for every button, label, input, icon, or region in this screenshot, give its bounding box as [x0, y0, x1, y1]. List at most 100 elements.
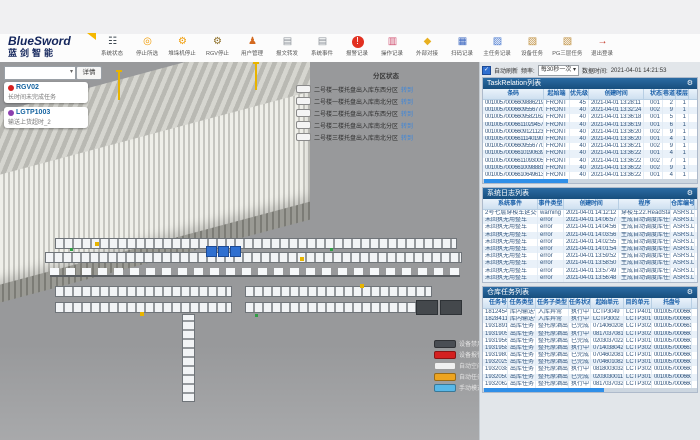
toolbar-button[interactable]: ▥ 操作记录	[376, 36, 409, 57]
toolbar-button[interactable]: ▤ 报文转发	[271, 36, 304, 57]
column-header[interactable]: 任务号	[483, 298, 508, 308]
column-header[interactable]: 事件类型	[538, 199, 564, 209]
toolbar-button[interactable]: ▦ 扫码记录	[446, 36, 479, 57]
table-row[interactable]: 未回执无用整车error2021-04-01 14:01:54生成自动调度库任务…	[483, 246, 697, 253]
toolbar-button[interactable]: ⚙ 堆垛机停止	[166, 36, 199, 57]
table-cell: LCTP3015	[624, 316, 652, 323]
table-row[interactable]: 1828411库内输送任务入库异常执行中LCTP3002LCTP30150010…	[483, 316, 697, 323]
auto-refresh-checkbox[interactable]: ✓	[482, 66, 491, 75]
column-header[interactable]: 状态	[644, 89, 663, 99]
table-row[interactable]: 1931958出库任务整托原酒出库执行中0714038042LCTP302000…	[483, 345, 697, 352]
detail-button[interactable]: 详情	[76, 66, 102, 80]
table-row[interactable]: 00100570006609556770FRONT402021-04-01 13…	[483, 143, 697, 150]
column-header[interactable]: 任务类型	[508, 298, 536, 308]
table-row[interactable]: 未回执无用整车error2021-04-01 13:59:52生成自动调度库任务…	[483, 253, 697, 260]
column-header[interactable]: 托盘号	[652, 298, 692, 308]
toolbar-button[interactable]: ! 报警记录	[341, 36, 374, 57]
table-row[interactable]: 1932050出库任务整托原酒出库已完成0203030011LCTP301600…	[483, 374, 697, 381]
column-header[interactable]: 任务子类型	[536, 298, 569, 308]
table-row[interactable]: 未回执无用整车error2021-04-01 14:06:57生成自动调度库任务…	[483, 217, 697, 224]
table-row[interactable]: 00100570006610649613FRONT402021-04-01 13…	[483, 172, 697, 179]
frequency-select[interactable]: 每30秒一次 ▾	[538, 65, 579, 76]
scrollbar-thumb[interactable]	[484, 179, 568, 183]
toolbar-button[interactable]: → 退出登录	[586, 36, 619, 57]
table-row[interactable]: 未回执无用整车error2021-04-01 13:57:49生成自动调度库任务…	[483, 268, 697, 275]
table-row[interactable]: 1932038出库任务整托原酒出库执行中0818003032LCTP302000…	[483, 366, 697, 373]
column-header[interactable]: 系统事件	[483, 199, 538, 209]
table-row[interactable]: 未回执无用整车error2021-04-01 14:04:56生成自动调度库任务…	[483, 224, 697, 231]
zone-checkbox[interactable]	[296, 85, 311, 93]
table-row[interactable]: 1931905出库任务整托原酒出库执行中0817037081LCTP302000…	[483, 331, 697, 338]
column-header[interactable]: 优先级	[570, 89, 589, 99]
scrollbar-thumb[interactable]	[484, 388, 604, 392]
zone-checkbox[interactable]	[296, 109, 311, 117]
table-row[interactable]: 00100570006610098881FRONT402021-04-01 13…	[483, 165, 697, 172]
table-row[interactable]: 00100570006611140190FRONT402021-04-01 13…	[483, 136, 697, 143]
table-cell: 9	[663, 107, 676, 114]
horizontal-scrollbar[interactable]	[483, 388, 697, 392]
device-filter-select[interactable]: ▾	[4, 66, 76, 80]
zone-goto-link[interactable]: 转到	[401, 133, 413, 142]
warehouse-3d-viewport[interactable]: ▾ 详情 RGV02 长时间未完成任务 LGTP1003 输送上货超时_2 分区…	[0, 62, 479, 440]
table-row[interactable]: 2号七层穿梭车延交确认失败:失败次数warning2021-04-01 14:1…	[483, 210, 697, 217]
zone-goto-link[interactable]: 转到	[401, 121, 413, 130]
gear-icon[interactable]: ⚙	[687, 287, 693, 298]
toolbar-button[interactable]: ◆ 外部对接	[411, 36, 444, 57]
zone-checkbox[interactable]	[296, 97, 311, 105]
toolbar-button[interactable]: ⚙ RGV停止	[201, 36, 234, 57]
zone-checkbox[interactable]	[296, 133, 311, 141]
toolbar-button[interactable]: ▧ 设备任务	[516, 36, 549, 57]
toolbar-button[interactable]: ▧ PG三层任务	[551, 36, 584, 57]
alert-card[interactable]: LGTP1003 输送上货超时_2	[4, 107, 88, 128]
column-header[interactable]: 程序	[619, 199, 671, 209]
alert-card[interactable]: RGV02 长时间未完成任务	[4, 82, 88, 103]
toolbar-button[interactable]: ▤ 系统事件	[306, 36, 339, 57]
table-row[interactable]: 1932062出库任务整托原酒出库执行中0817037032LCTP302000…	[483, 381, 697, 388]
table-row[interactable]: 00100570006609582162FRONT402021-04-01 13…	[483, 114, 697, 121]
table-row[interactable]: 1931956出库任务整托原酒出库已完成0203037022LCTP301600…	[483, 338, 697, 345]
column-header[interactable]: 任务状态	[569, 298, 591, 308]
table-row[interactable]: 1931891出库任务整托原酒出库已完成0714060208LCTP302000…	[483, 323, 697, 330]
table-row[interactable]: 未回执无用整车error2021-04-01 13:56:48生成自动调度库任务…	[483, 275, 697, 282]
column-header[interactable]: 条码	[483, 89, 544, 99]
column-header[interactable]: 创建时间	[564, 199, 619, 209]
table-cell: LCTP3020	[624, 323, 652, 330]
table-row[interactable]: 1931980出库任务整托原酒出库已完成0704602081LCTP301600…	[483, 352, 697, 359]
table-cell: 生成自动调度库任务请求	[619, 260, 671, 267]
zone-goto-link[interactable]: 转到	[401, 97, 413, 106]
table-row[interactable]: 未回执无用整车error2021-04-01 13:58:50生成自动调度库任务…	[483, 260, 697, 267]
toolbar-button[interactable]: ☷ 系统状态	[96, 36, 129, 57]
column-header[interactable]: 楼层	[676, 89, 689, 99]
table-row[interactable]: 00100570006611093005FRONT402021-04-01 13…	[483, 158, 697, 165]
gear-icon[interactable]: ⚙	[687, 188, 693, 199]
column-header[interactable]: 起始端	[544, 89, 570, 99]
toolbar-button[interactable]: ▨ 主任务记录	[481, 36, 514, 57]
zone-goto-link[interactable]: 转到	[401, 109, 413, 118]
table-row[interactable]: 1812454库内输送任务入库异常执行中LCTP3049LCTP40110010…	[483, 309, 697, 316]
toolbar-button-icon: ◎	[142, 36, 154, 48]
table-cell: 001	[644, 122, 663, 129]
column-header[interactable]: 巷道	[663, 89, 676, 99]
table-row[interactable]: 00100570006610190639FRONT402021-04-01 13…	[483, 150, 697, 157]
table-row[interactable]: 00100570006609886219FRONT452021-04-01 13…	[483, 100, 697, 107]
toolbar-button[interactable]: ◎ 停止所选	[131, 36, 164, 57]
table-row[interactable]: 00100570006609121123FRONT402021-04-01 13…	[483, 129, 697, 136]
zone-goto-link[interactable]: 转到	[401, 85, 413, 94]
toolbar-button[interactable]: ♟ 用户管理	[236, 36, 269, 57]
legend-swatch	[434, 340, 456, 348]
column-header[interactable]: 创建时间	[589, 89, 644, 99]
gear-icon[interactable]: ⚙	[687, 78, 693, 89]
column-header[interactable]: 目的单元	[624, 298, 652, 308]
column-header[interactable]: 起始单元	[591, 298, 624, 308]
table-row[interactable]: 00100570006611029457FRONT402021-04-01 13…	[483, 122, 697, 129]
table-cell: 1	[676, 150, 689, 157]
table-cell: 出库任务	[508, 374, 536, 381]
table-cell: 1828411	[483, 316, 508, 323]
zone-checkbox[interactable]	[296, 121, 311, 129]
table-row[interactable]: 00100570006609556770FRONT402021-04-01 13…	[483, 107, 697, 114]
table-row[interactable]: 1932025出库任务整托原酒出库已完成0704601082LCTP301600…	[483, 359, 697, 366]
table-row[interactable]: 未回执无用整车error2021-04-01 14:02:55生成自动调度库任务…	[483, 239, 697, 246]
table-row[interactable]: 未回执无用整车error2021-04-01 14:03:56生成自动调度库任务…	[483, 232, 697, 239]
column-header[interactable]: 仓库编号	[671, 199, 695, 209]
horizontal-scrollbar[interactable]	[483, 179, 697, 183]
